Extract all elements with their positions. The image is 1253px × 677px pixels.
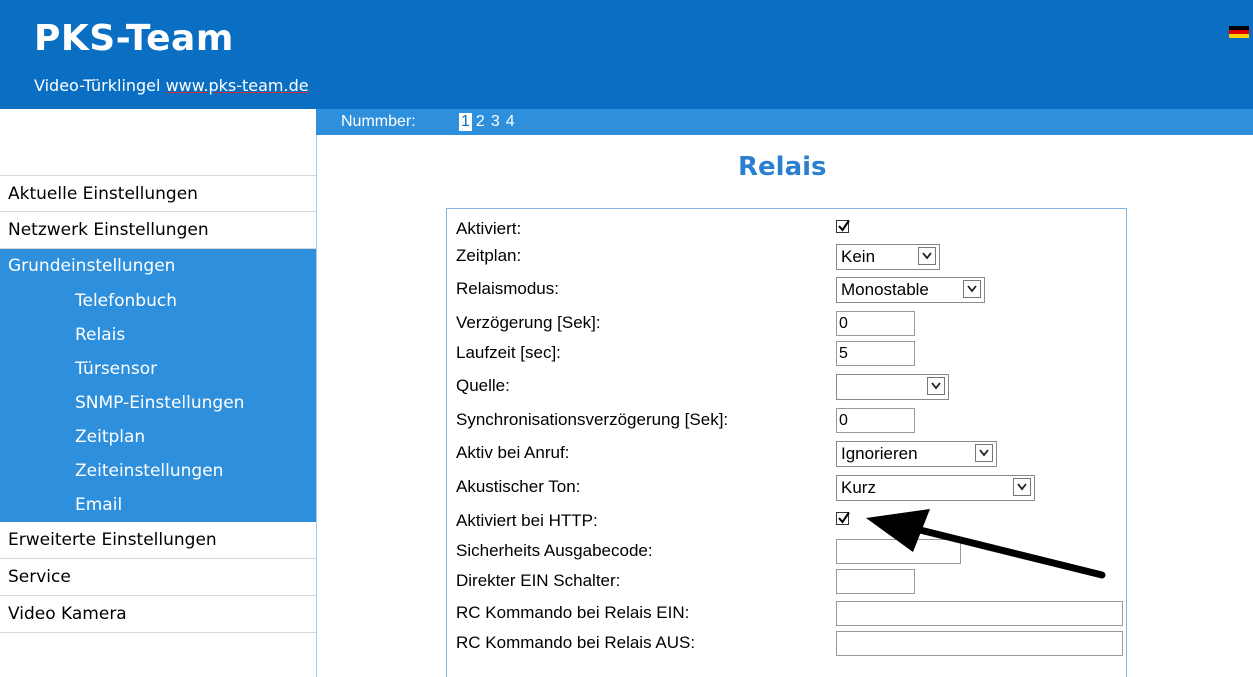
- select-value: Ignorieren: [841, 444, 918, 463]
- form-row-sicherheits-ausgabecode: Sicherheits Ausgabecode:: [447, 536, 1126, 567]
- rc-relais-ein-input[interactable]: [836, 601, 1123, 626]
- select-value: Monostable: [841, 280, 929, 299]
- rc-relais-aus-input[interactable]: [836, 631, 1123, 656]
- zeitplan-select[interactable]: Kein: [836, 244, 940, 270]
- form-label: Zeitplan:: [456, 246, 522, 265]
- sidebar: Aktuelle Einstellungen Netzwerk Einstell…: [0, 175, 316, 633]
- select-value: Kein: [841, 247, 876, 266]
- sidebar-item-video-kamera[interactable]: Video Kamera: [0, 596, 316, 633]
- form-row-aktiviert-http: Aktiviert bei HTTP:: [447, 506, 1126, 537]
- chevron-down-icon: [1013, 478, 1031, 496]
- header: PKS-Team Video-Türklingel www.pks-team.d…: [0, 0, 1253, 109]
- form-label: Direkter EIN Schalter:: [456, 571, 621, 590]
- select-value: Kurz: [841, 478, 876, 497]
- chevron-down-icon: [963, 280, 981, 298]
- logo-subtitle: Video-Türklingel www.pks-team.de: [34, 76, 309, 95]
- form-label: Aktiviert bei HTTP:: [456, 511, 598, 530]
- form-label: RC Kommando bei Relais EIN:: [456, 603, 690, 622]
- number-link-4[interactable]: 4: [504, 109, 517, 135]
- number-bar: Nummber: 1234: [316, 109, 1253, 135]
- sidebar-item-netzwerk-einstellungen[interactable]: Netzwerk Einstellungen: [0, 212, 316, 249]
- chevron-down-icon: [975, 444, 993, 462]
- number-label: Nummber:: [341, 113, 416, 130]
- site-url-link[interactable]: www.pks-team.de: [166, 76, 309, 95]
- form-row-aktiv-bei-anruf: Aktiv bei Anruf: Ignorieren: [447, 438, 1126, 469]
- sidebar-item-erweiterte-einstellungen[interactable]: Erweiterte Einstellungen: [0, 522, 316, 559]
- quelle-select[interactable]: [836, 374, 949, 400]
- form-label: RC Kommando bei Relais AUS:: [456, 633, 696, 652]
- sidebar-group-grundeinstellungen: Grundeinstellungen Telefonbuch Relais Tü…: [0, 249, 316, 522]
- checkmark-icon: [838, 511, 850, 524]
- sidebar-subitem-snmp[interactable]: SNMP-Einstellungen: [0, 386, 316, 420]
- form-label: Aktiviert:: [456, 219, 522, 238]
- form-row-verzoegerung: Verzögerung [Sek]: 0: [447, 308, 1126, 339]
- form-row-rc-relais-aus: RC Kommando bei Relais AUS:: [447, 628, 1126, 659]
- form-label: Sicherheits Ausgabecode:: [456, 541, 653, 560]
- number-link-3[interactable]: 3: [489, 109, 502, 135]
- subtitle-text: Video-Türklingel: [34, 76, 166, 95]
- number-link-2[interactable]: 2: [474, 109, 487, 135]
- verzoegerung-input[interactable]: 0: [836, 311, 915, 336]
- sidebar-subitem-zeiteinstellungen[interactable]: Zeiteinstellungen: [0, 454, 316, 488]
- laufzeit-input[interactable]: 5: [836, 341, 915, 366]
- form-label: Laufzeit [sec]:: [456, 343, 561, 362]
- form-row-rc-relais-ein: RC Kommando bei Relais EIN:: [447, 598, 1126, 629]
- aktiviert-checkbox[interactable]: [836, 219, 850, 233]
- checkmark-icon: [838, 219, 850, 232]
- logo-title: PKS-Team: [34, 18, 234, 59]
- relaismodus-select[interactable]: Monostable: [836, 277, 985, 303]
- form-row-quelle: Quelle:: [447, 371, 1126, 402]
- direkter-ein-schalter-input[interactable]: [836, 569, 915, 594]
- sidebar-subitem-telefonbuch[interactable]: Telefonbuch: [0, 284, 316, 318]
- relay-settings-form: Aktiviert: Zeitplan: Kein Relaismodus: M…: [446, 208, 1127, 677]
- form-label: Verzögerung [Sek]:: [456, 313, 601, 332]
- chevron-down-icon: [927, 377, 945, 395]
- number-links: 1234: [459, 109, 519, 135]
- synchronisation-input[interactable]: 0: [836, 408, 915, 433]
- chevron-down-icon: [918, 247, 936, 265]
- sidebar-subitem-email[interactable]: Email: [0, 488, 316, 522]
- form-row-synchronisation: Synchronisationsverzögerung [Sek]: 0: [447, 405, 1126, 436]
- sidebar-item-service[interactable]: Service: [0, 559, 316, 596]
- akustischer-ton-select[interactable]: Kurz: [836, 475, 1035, 501]
- sidebar-subitem-zeitplan[interactable]: Zeitplan: [0, 420, 316, 454]
- number-link-1[interactable]: 1: [459, 113, 472, 131]
- form-label: Akustischer Ton:: [456, 477, 581, 496]
- sidebar-subitem-tuersensor[interactable]: Türsensor: [0, 352, 316, 386]
- form-label: Quelle:: [456, 376, 510, 395]
- sidebar-item-grundeinstellungen[interactable]: Grundeinstellungen: [0, 249, 316, 284]
- form-label: Synchronisationsverzögerung [Sek]:: [456, 410, 729, 429]
- sidebar-item-aktuelle-einstellungen[interactable]: Aktuelle Einstellungen: [0, 175, 316, 212]
- aktiv-bei-anruf-select[interactable]: Ignorieren: [836, 441, 997, 467]
- form-row-relaismodus: Relaismodus: Monostable: [447, 274, 1126, 305]
- sicherheits-ausgabecode-input[interactable]: [836, 539, 961, 564]
- page-title: Relais: [738, 152, 827, 182]
- form-label: Aktiv bei Anruf:: [456, 443, 570, 462]
- de-flag-icon[interactable]: [1229, 26, 1249, 38]
- content-divider: [316, 135, 317, 677]
- aktiviert-http-checkbox[interactable]: [836, 511, 850, 525]
- form-row-direkter-ein-schalter: Direkter EIN Schalter:: [447, 566, 1126, 597]
- sidebar-subitem-relais[interactable]: Relais: [0, 318, 316, 352]
- form-row-akustischer-ton: Akustischer Ton: Kurz: [447, 472, 1126, 503]
- form-label: Relaismodus:: [456, 279, 559, 298]
- form-row-zeitplan: Zeitplan: Kein: [447, 241, 1126, 272]
- form-row-laufzeit: Laufzeit [sec]: 5: [447, 338, 1126, 369]
